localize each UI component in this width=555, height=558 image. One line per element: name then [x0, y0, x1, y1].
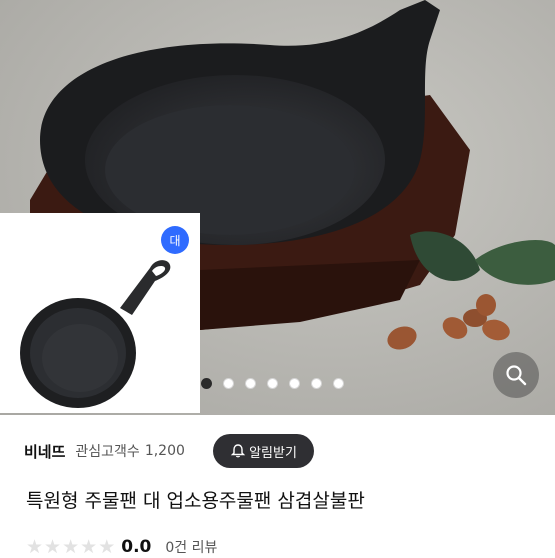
- interest-count: 1,200: [144, 443, 185, 459]
- gallery-pagination: [201, 378, 344, 389]
- pagination-dot[interactable]: [289, 378, 300, 389]
- size-badge: 대: [161, 226, 189, 254]
- pagination-dot[interactable]: [223, 378, 234, 389]
- pagination-dot[interactable]: [311, 378, 322, 389]
- review-count-link[interactable]: 0건 리뷰: [165, 537, 217, 557]
- alarm-button-label: 알림받기: [249, 445, 297, 461]
- zoom-button[interactable]: [493, 352, 539, 398]
- product-title: 특원형 주물팬 대 업소용주물팬 삼겹살불판: [26, 490, 365, 512]
- alarm-subscribe-button[interactable]: 알림받기: [213, 434, 314, 468]
- pagination-dot[interactable]: [267, 378, 278, 389]
- magnifier-icon: [506, 365, 527, 386]
- bell-plus-icon: [230, 444, 246, 458]
- rating-value: 0.0: [121, 537, 152, 557]
- pagination-dot[interactable]: [245, 378, 256, 389]
- pagination-dot[interactable]: [333, 378, 344, 389]
- seller-name[interactable]: 비네뜨: [24, 441, 65, 462]
- pagination-dot[interactable]: [201, 378, 212, 389]
- interest-label: 관심고객수: [75, 444, 140, 460]
- seller-info: 비네뜨 관심고객수 1,200: [24, 434, 185, 468]
